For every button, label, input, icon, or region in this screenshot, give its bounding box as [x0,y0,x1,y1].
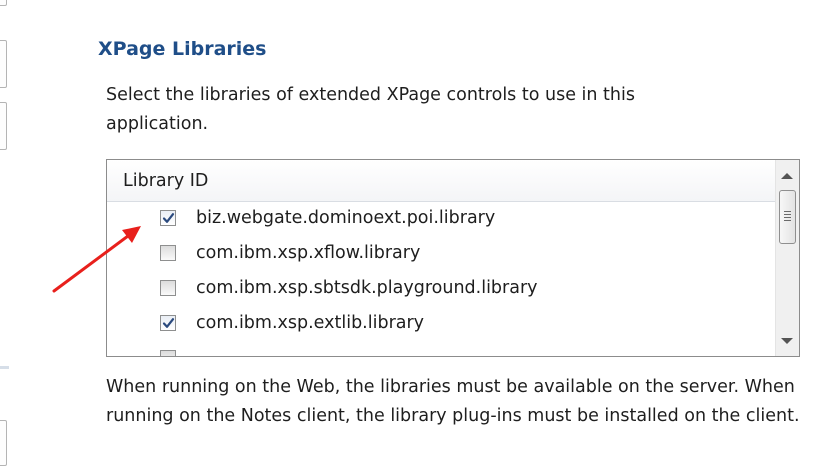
footer-note: When running on the Web, the libraries m… [106,377,800,426]
